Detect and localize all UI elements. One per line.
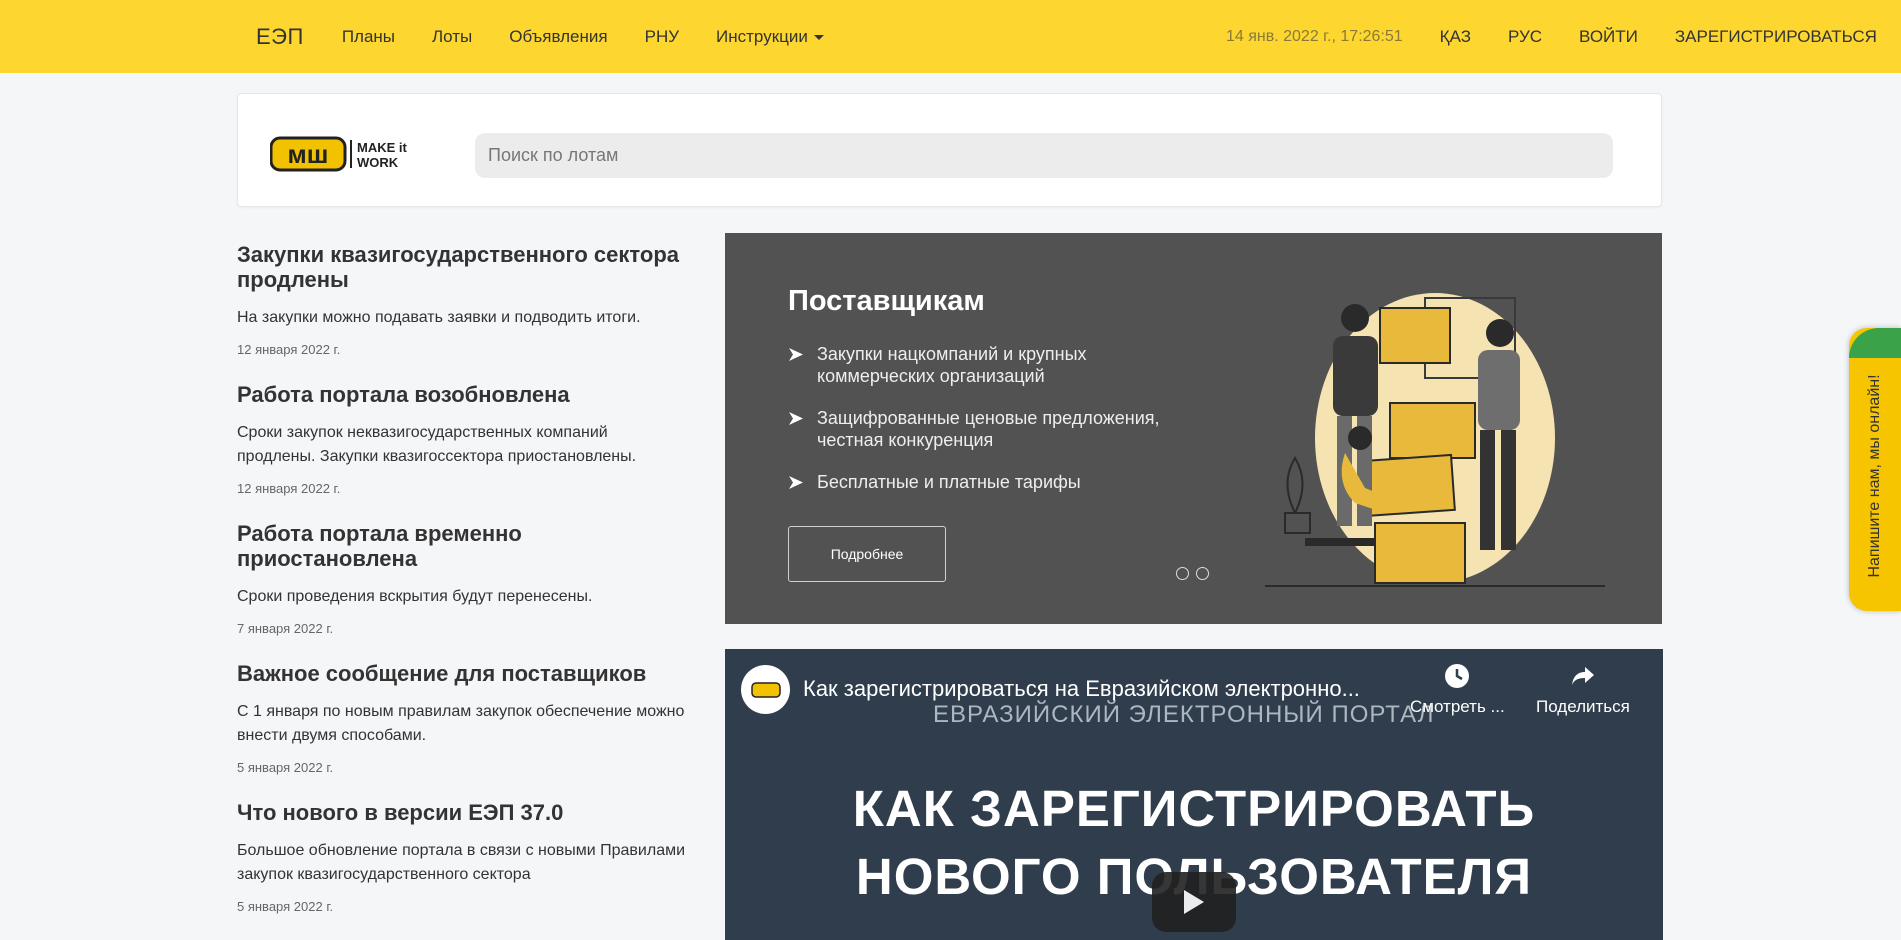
news-date: 7 января 2022 г. (237, 621, 334, 636)
share-icon (1571, 667, 1594, 685)
leaf-icon (1849, 328, 1901, 358)
clock-icon (1445, 664, 1470, 688)
search-card: мш MAKE it WORK (237, 93, 1662, 207)
carousel-dot-1[interactable] (1176, 567, 1189, 580)
news-date: 12 января 2022 г. (237, 481, 341, 496)
news-date: 12 января 2022 г. (237, 342, 341, 357)
nav-plans[interactable]: Планы (342, 27, 395, 47)
banner-feature-text: Закупки нацкомпаний и крупных коммерческ… (817, 344, 1087, 386)
play-icon (1184, 890, 1204, 914)
watch-later-label: Смотреть ... (1410, 697, 1505, 716)
watch-later-button[interactable]: Смотреть ... (1410, 663, 1505, 717)
lot-search-input[interactable] (475, 133, 1613, 178)
make-it-work-logo[interactable]: мш MAKE it WORK (270, 134, 430, 174)
top-navbar: ЕЭП Планы Лоты Объявления РНУ Инструкции… (0, 0, 1901, 73)
banner-feature-item: Закупки нацкомпаний и крупных коммерческ… (788, 343, 1208, 387)
news-text: Сроки закупок неквазигосударственных ком… (237, 424, 637, 465)
news-text: С 1 января по новым правилам закупок обе… (237, 703, 685, 744)
caret-down-icon (813, 34, 824, 40)
play-button[interactable] (1152, 872, 1236, 932)
logo-mark: мш (288, 139, 329, 169)
share-label: Поделиться (1536, 697, 1630, 716)
news-title[interactable]: Важное сообщение для поставщиков (237, 661, 687, 686)
news-item: Работа портала временно приостановлена С… (237, 521, 687, 636)
chat-widget-label: Напишите нам, мы онлайн! (1866, 374, 1883, 578)
youtube-video-embed[interactable]: Как зарегистрироваться на Евразийском эл… (725, 649, 1663, 940)
logo-text-line2: WORK (357, 155, 399, 170)
online-chat-widget[interactable]: Напишите нам, мы онлайн! (1849, 328, 1901, 611)
nav-announcements[interactable]: Объявления (509, 27, 607, 47)
banner-feature-text: Защифрованные ценовые предложения, честн… (817, 408, 1160, 450)
login-link[interactable]: ВОЙТИ (1579, 27, 1638, 47)
news-text: Большое обновление портала в связи с нов… (237, 842, 686, 883)
nav-rnu[interactable]: РНУ (645, 27, 679, 47)
arrow-right-icon (789, 348, 803, 361)
banner-feature-item: Защифрованные ценовые предложения, честн… (788, 407, 1208, 451)
news-date: 5 января 2022 г. (237, 760, 334, 775)
news-item: Что нового в версии ЕЭП 37.0 Большое обн… (237, 800, 687, 914)
banner-feature-item: Бесплатные и платные тарифы (788, 471, 1208, 493)
datetime-display: 14 янв. 2022 г., 17:26:51 (1226, 27, 1403, 45)
more-details-button[interactable]: Подробнее (788, 526, 946, 582)
banner-title: Поставщикам (788, 285, 985, 317)
banner-feature-text: Бесплатные и платные тарифы (817, 472, 1081, 492)
lang-kz-link[interactable]: ҚАЗ (1440, 27, 1471, 47)
news-title[interactable]: Что нового в версии ЕЭП 37.0 (237, 800, 687, 825)
carousel-indicators (1176, 567, 1209, 580)
news-text: На закупки можно подавать заявки и подво… (237, 309, 641, 326)
news-title[interactable]: Работа портала временно приостановлена (237, 521, 687, 571)
news-item: Закупки квазигосударственного сектора пр… (237, 242, 687, 357)
carousel-dot-2[interactable] (1196, 567, 1209, 580)
channel-logo-icon (750, 681, 781, 698)
nav-instructions-label: Инструкции (716, 26, 808, 46)
share-button[interactable]: Поделиться (1536, 663, 1630, 717)
news-date: 5 января 2022 г. (237, 899, 334, 914)
navbar-right: 14 янв. 2022 г., 17:26:51 ҚАЗ РУС ВОЙТИ … (1226, 0, 1901, 73)
lang-ru-link[interactable]: РУС (1508, 27, 1542, 47)
news-item: Важное сообщение для поставщиков С 1 янв… (237, 661, 687, 775)
video-headline-line1: КАК ЗАРЕГИСТРИРОВАТЬ (852, 780, 1536, 837)
news-title[interactable]: Закупки квазигосударственного сектора пр… (237, 242, 687, 292)
suppliers-banner-carousel: Поставщикам Закупки нацкомпаний и крупны… (725, 233, 1662, 624)
brand-link[interactable]: ЕЭП (256, 24, 304, 50)
register-link[interactable]: ЗАРЕГИСТРИРОВАТЬСЯ (1675, 27, 1877, 47)
banner-feature-list: Закупки нацкомпаний и крупных коммерческ… (788, 343, 1208, 513)
nav-lots[interactable]: Лоты (432, 27, 472, 47)
logo-text-line1: MAKE it (357, 140, 408, 155)
news-item: Работа портала возобновлена Сроки закупо… (237, 382, 687, 496)
news-title[interactable]: Работа портала возобновлена (237, 382, 687, 407)
arrow-right-icon (789, 412, 803, 425)
video-title[interactable]: Как зарегистрироваться на Евразийском эл… (803, 676, 1393, 702)
channel-avatar[interactable] (741, 665, 790, 714)
arrow-right-icon (789, 476, 803, 489)
movers-with-boxes-illustration (1265, 293, 1605, 587)
video-watermark-text: ЕВРАЗИЙСКИЙ ЭЛЕКТРОННЫЙ ПОРТАЛ (933, 701, 1435, 728)
news-list: Закупки квазигосударственного сектора пр… (237, 242, 687, 939)
nav-instructions-dropdown[interactable]: Инструкции (716, 27, 824, 47)
navbar-inner: ЕЭП Планы Лоты Объявления РНУ Инструкции… (236, 0, 1901, 73)
news-text: Сроки проведения вскрытия будут перенесе… (237, 588, 593, 605)
